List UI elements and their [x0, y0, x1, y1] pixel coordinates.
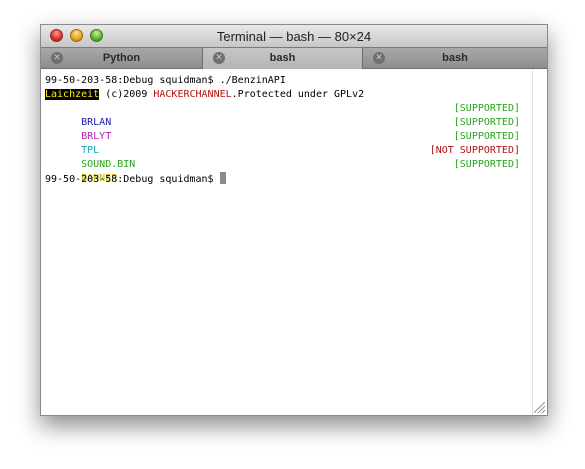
format-row: TPL [SUPPORTED]	[45, 130, 520, 156]
tab-bar: ✕ Python ✕ bash ✕ bash	[41, 47, 547, 69]
shell-prompt: 99-50-203-58:Debug squidman$	[45, 75, 220, 86]
highlighted-text: Laichzeit	[45, 89, 100, 100]
format-row: BANNER [SUPPORTED]	[45, 158, 520, 184]
tab-label: bash	[442, 52, 468, 64]
shell-prompt: 99-50-203-58:Debug squidman$	[45, 174, 220, 185]
terminal-window: Terminal — bash — 80×24 ✕ Python ✕ bash …	[40, 24, 548, 416]
terminal-line: 99-50-203-58:Debug squidman$ ./BenzinAPI	[45, 74, 520, 88]
title-bar[interactable]: Terminal — bash — 80×24	[41, 25, 547, 47]
tab-label: bash	[269, 52, 296, 64]
copyright-text: (c)2009	[99, 89, 154, 100]
scroll-track[interactable]	[532, 69, 547, 415]
text-cursor	[219, 172, 226, 184]
format-row: SOUND.BIN [NOT SUPPORTED]	[45, 144, 520, 170]
resize-grip-icon[interactable]	[534, 402, 545, 413]
terminal-line: 99-50-203-58:Debug squidman$	[45, 172, 520, 186]
tab-label: Python	[102, 52, 141, 64]
tab-python[interactable]: ✕ Python	[41, 48, 203, 69]
terminal-line: Laichzeit (c)2009 HACKERCHANNEL.Protecte…	[45, 88, 520, 102]
tab-bash[interactable]: ✕ bash	[363, 48, 547, 69]
status-badge: [NOT SUPPORTED]	[429, 145, 520, 156]
status-badge: [SUPPORTED]	[453, 117, 520, 128]
terminal-output[interactable]: 99-50-203-58:Debug squidman$ ./BenzinAPI…	[41, 69, 547, 415]
status-badge: [SUPPORTED]	[453, 131, 520, 142]
status-badge: [SUPPORTED]	[453, 103, 520, 114]
format-row: BRLAN [SUPPORTED]	[45, 102, 520, 128]
format-row: BRLYT [SUPPORTED]	[45, 116, 520, 142]
license-text: .Protected under GPLv2	[231, 89, 365, 100]
status-badge: [SUPPORTED]	[453, 159, 520, 170]
tab-bash-active[interactable]: ✕ bash	[203, 48, 363, 69]
window-title: Terminal — bash — 80×24	[216, 29, 372, 44]
command-text: ./BenzinAPI	[219, 75, 286, 86]
brand-text: HACKERCHANNEL	[153, 89, 232, 100]
